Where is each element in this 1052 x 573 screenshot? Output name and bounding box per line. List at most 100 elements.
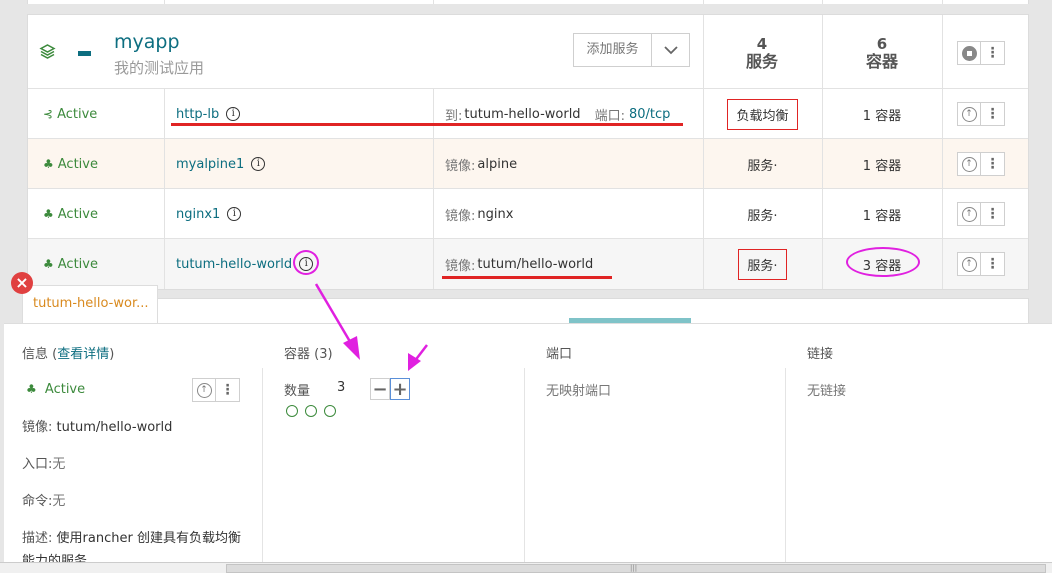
- links-section-header: 链接: [807, 347, 834, 362]
- add-service-dropdown[interactable]: 添加服务: [573, 33, 690, 67]
- scale-stepper: − +: [370, 378, 410, 400]
- table-row: ⊰ Active http-lb i 到: tutum-hello-world 端口: 8…: [28, 89, 1028, 139]
- upgrade-icon: ↑: [961, 156, 977, 172]
- row-menu-button[interactable]: ⋮: [981, 202, 1005, 226]
- scale-label: 数量: [284, 384, 311, 399]
- services-count: 4 服务: [745, 35, 778, 71]
- container-count: 1 容器: [862, 158, 902, 174]
- info-section-header: 信息 (查看详情): [22, 347, 115, 362]
- service-type: 负载均衡: [727, 98, 798, 130]
- service-detail-panel: 信息 (查看详情) 容器 (3) 端口 链接 ♣ Active ↑ ⋮ 镜像: …: [4, 323, 1052, 573]
- detail-label: 镜像:: [445, 258, 476, 274]
- service-type: 服务·: [747, 158, 778, 174]
- kebab-menu-icon: ⋮: [220, 382, 235, 398]
- annotation-circle: [293, 250, 319, 275]
- detail-command: 命令:无: [22, 494, 66, 509]
- ports-empty: 无映射端口: [546, 384, 612, 399]
- service-icon: ♣: [43, 257, 54, 271]
- detail-value: tutum/hello-world: [477, 256, 594, 272]
- detail-menu-button[interactable]: ⋮: [216, 378, 240, 402]
- layers-icon: [39, 44, 56, 59]
- detail-image: 镜像: tutum/hello-world: [22, 420, 173, 435]
- service-icon: ♣: [26, 382, 37, 396]
- detail-value: tutum-hello-world: [464, 106, 581, 122]
- status-badge: ♣ Active: [43, 256, 98, 272]
- containers-count: 6 容器: [865, 35, 898, 71]
- status-badge: ♣ Active: [43, 156, 98, 172]
- row-menu-button[interactable]: ⋮: [981, 152, 1005, 176]
- chevron-down-icon[interactable]: [652, 34, 689, 66]
- service-type: 服务·: [738, 248, 787, 280]
- stop-icon: [961, 45, 977, 61]
- detail-label: 镜像:: [445, 208, 476, 224]
- service-icon: ♣: [43, 207, 54, 221]
- view-details-link[interactable]: 查看详情: [57, 347, 109, 362]
- upgrade-button[interactable]: ↑: [957, 252, 981, 276]
- upgrade-button[interactable]: ↑: [957, 102, 981, 126]
- port-label: 端口:: [594, 108, 625, 124]
- upgrade-icon: ↑: [961, 106, 977, 122]
- add-service-button[interactable]: 添加服务: [574, 34, 652, 66]
- detail-label: 到:: [445, 108, 463, 124]
- container-dot[interactable]: [286, 405, 298, 417]
- container-dot[interactable]: [305, 405, 317, 417]
- service-name-link[interactable]: myalpine1: [176, 157, 244, 172]
- info-icon[interactable]: i: [251, 157, 266, 171]
- kebab-menu-icon: ⋮: [985, 156, 1000, 172]
- detail-actions: ↑ ⋮: [192, 378, 240, 402]
- kebab-menu-icon: ⋮: [985, 106, 1000, 122]
- detail-label: 镜像:: [445, 158, 476, 174]
- load-balancer-icon: ⊰: [43, 107, 54, 121]
- row-menu-button[interactable]: ⋮: [981, 252, 1005, 276]
- kebab-menu-icon: ⋮: [985, 256, 1000, 272]
- upgrade-icon: ↑: [196, 382, 212, 398]
- info-icon[interactable]: i: [227, 207, 242, 221]
- links-empty: 无链接: [807, 384, 847, 399]
- stack-name[interactable]: myapp: [114, 31, 180, 53]
- info-icon[interactable]: i: [226, 107, 241, 121]
- table-row: ♣ Active myalpine1 i 镜像: alpine 服务· 1 容器 ↑ ⋮: [28, 139, 1028, 189]
- detail-entry: 入口:无: [22, 457, 66, 472]
- container-count: 1 容器: [862, 208, 902, 224]
- port-value[interactable]: 80/tcp: [629, 107, 670, 122]
- container-indicators: [286, 405, 336, 417]
- service-name-link[interactable]: nginx1: [176, 207, 220, 222]
- service-type: 服务·: [747, 208, 778, 224]
- stack-menu-button[interactable]: ⋮: [981, 41, 1005, 65]
- stack-header: myapp 我的测试应用 添加服务 4 服务 6 容器 ⋮: [28, 15, 1028, 89]
- collapse-stack-button[interactable]: [78, 51, 91, 56]
- stack-description: 我的测试应用: [114, 59, 205, 77]
- upgrade-button[interactable]: ↑: [192, 378, 216, 402]
- grip-icon: |||: [630, 564, 638, 572]
- detail-status: ♣ Active: [26, 382, 86, 397]
- kebab-menu-icon: ⋮: [985, 45, 1000, 61]
- upgrade-button[interactable]: ↑: [957, 202, 981, 226]
- ports-section-header: 端口: [546, 347, 573, 362]
- containers-section-header: 容器 (3): [284, 347, 333, 362]
- row-menu-button[interactable]: ⋮: [981, 102, 1005, 126]
- close-icon[interactable]: ×: [11, 272, 33, 294]
- upgrade-button[interactable]: ↑: [957, 152, 981, 176]
- detail-value: alpine: [477, 156, 518, 172]
- service-name-link[interactable]: http-lb: [176, 107, 219, 122]
- annotation-circle: [846, 247, 920, 277]
- scale-up-button[interactable]: +: [390, 378, 410, 400]
- service-icon: ♣: [43, 157, 54, 171]
- service-name-link[interactable]: tutum-hello-world: [176, 257, 292, 272]
- status-badge: ⊰ Active: [43, 106, 98, 122]
- stop-stack-button[interactable]: [957, 41, 981, 65]
- stack-actions: ⋮: [957, 41, 1005, 65]
- table-row: ♣ Active nginx1 i 镜像: nginx 服务· 1 容器 ↑ ⋮: [28, 189, 1028, 239]
- kebab-menu-icon: ⋮: [985, 206, 1000, 222]
- service-tab[interactable]: tutum-hello-wor...: [22, 285, 158, 323]
- container-dot[interactable]: [324, 405, 336, 417]
- status-badge: ♣ Active: [43, 206, 98, 222]
- container-count: 1 容器: [862, 108, 902, 124]
- previous-card-edge: [27, 0, 1029, 4]
- scale-value: 3: [337, 380, 346, 395]
- scale-down-button[interactable]: −: [370, 378, 390, 400]
- horizontal-scrollbar[interactable]: |||: [0, 562, 1052, 573]
- annotation-underline: [171, 123, 683, 126]
- detail-value: nginx: [477, 206, 514, 222]
- upgrade-icon: ↑: [961, 206, 977, 222]
